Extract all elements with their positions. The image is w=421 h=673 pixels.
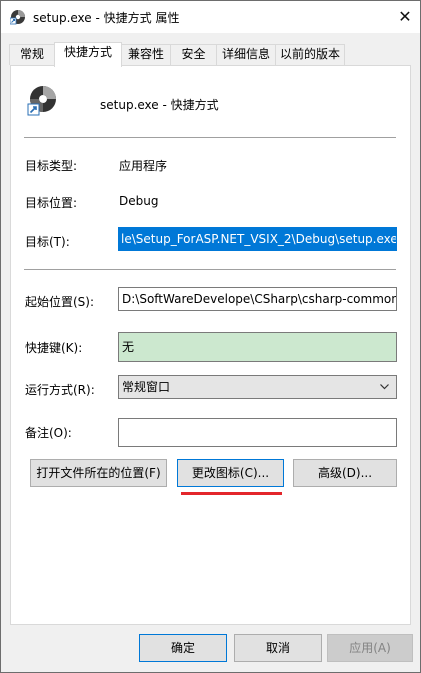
tab-compatibility[interactable]: 兼容性 [121,44,171,65]
target-location-value: Debug [119,194,159,208]
target-location-label: 目标位置: [25,196,78,210]
properties-window: setup.exe - 快捷方式 属性 ✕ 常规 快捷方式 兼容性 安全 详细信… [0,0,421,673]
change-icon-button[interactable]: 更改图标(C)... [177,459,284,487]
open-file-location-button[interactable]: 打开文件所在的位置(F) [30,459,167,487]
hotkey-value: 无 [122,340,135,354]
run-select[interactable]: 常规窗口 [118,375,397,399]
chevron-down-icon [380,384,389,390]
ok-button[interactable]: 确定 [139,634,227,662]
hotkey-label: 快捷键(K): [25,341,83,355]
window-title: setup.exe - 快捷方式 属性 [33,11,180,25]
shortcut-large-icon [27,86,56,116]
tab-previous-versions[interactable]: 以前的版本 [275,44,345,65]
tab-security[interactable]: 安全 [170,44,217,65]
divider [24,269,396,270]
comment-label: 备注(O): [25,426,72,440]
start-in-input[interactable]: D:\SoftWareDevelope\CSharp\csharp-common [118,287,397,311]
target-input[interactable]: le\Setup_ForASP.NET_VSIX_2\Debug\setup.e… [118,227,397,251]
close-button[interactable]: ✕ [390,1,420,31]
tab-details[interactable]: 详细信息 [216,44,276,65]
hotkey-input[interactable]: 无 [118,332,397,362]
target-type-label: 目标类型: [25,159,78,173]
cancel-button[interactable]: 取消 [234,634,322,662]
close-icon: ✕ [398,6,412,26]
target-value: le\Setup_ForASP.NET_VSIX_2\Debug\setup.e… [119,228,396,250]
advanced-button[interactable]: 高级(D)... [293,459,397,487]
run-label: 运行方式(R): [25,383,95,397]
tab-general[interactable]: 常规 [9,44,55,65]
title-bar: setup.exe - 快捷方式 属性 ✕ [1,1,420,33]
divider [24,137,396,138]
run-value: 常规窗口 [122,380,171,394]
target-type-value: 应用程序 [119,159,168,173]
annotation-underline [181,492,282,495]
start-in-value: D:\SoftWareDevelope\CSharp\csharp-common [122,292,397,306]
target-label: 目标(T): [25,235,70,249]
start-in-label: 起始位置(S): [25,295,95,309]
comment-input[interactable] [118,418,397,447]
tab-shortcut[interactable]: 快捷方式 [54,42,122,67]
shortcut-app-icon [10,10,25,25]
apply-button[interactable]: 应用(A) [327,634,413,662]
shortcut-name: setup.exe - 快捷方式 [100,98,219,112]
comment-value [119,423,122,437]
